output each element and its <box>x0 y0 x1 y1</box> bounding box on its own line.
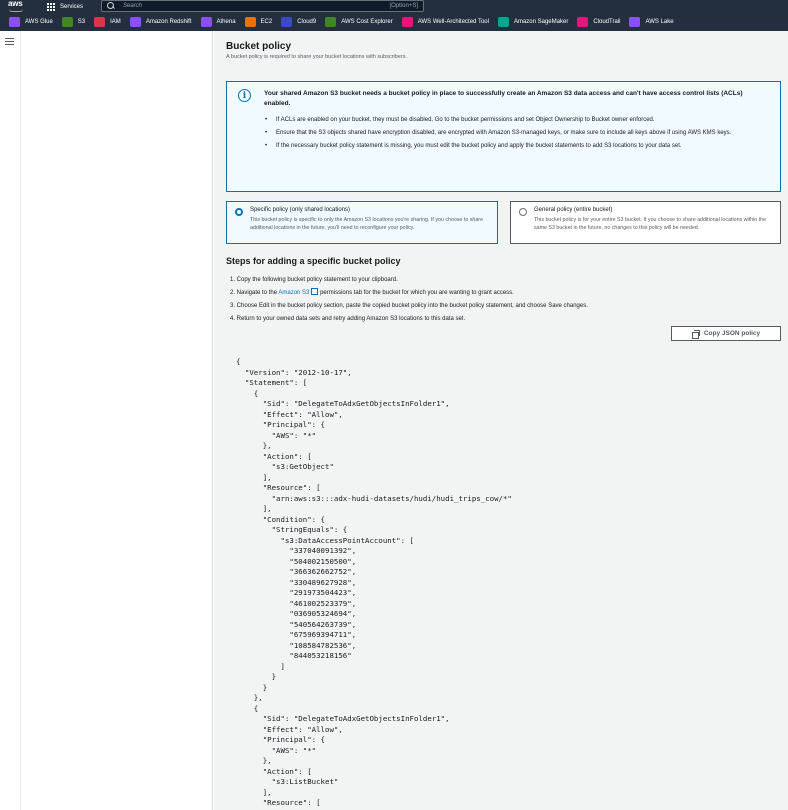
s3-icon <box>61 17 73 27</box>
top-navigation-bar: aws Services Search [Option+S] <box>0 0 788 13</box>
favorite-item[interactable]: CloudTrail <box>577 17 620 27</box>
favorite-label: Amazon Redshift <box>145 19 192 25</box>
search-shortcut-hint: [Option+S] <box>389 3 418 9</box>
favorite-label: Amazon SageMaker <box>513 19 569 25</box>
steps-heading: Steps for adding a specific bucket polic… <box>226 256 401 266</box>
sagemaker-icon <box>497 17 509 27</box>
favorite-item[interactable]: EC2 <box>244 17 273 27</box>
list-item: If ACLs are enabled on your bucket, they… <box>265 115 766 125</box>
favorite-item[interactable]: Amazon Redshift <box>129 17 192 27</box>
services-grid-icon <box>47 2 55 11</box>
favorite-item[interactable]: Cloud9 <box>281 17 316 27</box>
left-rail <box>0 31 21 810</box>
step-2: 2. Navigate to the Amazon S3 permissions… <box>230 288 588 301</box>
side-panel <box>21 31 213 810</box>
cloudtrail-icon <box>577 17 589 27</box>
radio-selected[interactable] <box>235 208 243 216</box>
specific-policy-option[interactable]: Specific policy (only shared locations) … <box>226 201 498 244</box>
favorite-item[interactable]: AWS Well-Architected Tool <box>401 17 489 27</box>
redshift-icon <box>129 17 141 27</box>
favorite-label: CloudTrail <box>593 19 621 25</box>
specific-policy-title: Specific policy (only shared locations) <box>250 207 351 213</box>
favorite-label: AWS Well-Architected Tool <box>417 19 489 25</box>
ec2-icon <box>244 17 256 27</box>
info-heading: Your shared Amazon S3 bucket needs a buc… <box>264 90 743 107</box>
policy-json-text: { "Version": "2012-10-17", "Statement": … <box>236 357 512 807</box>
list-item: If the necessary bucket policy statement… <box>265 141 766 151</box>
favorite-item[interactable]: AWS Cost Explorer <box>325 17 393 27</box>
services-label: Services <box>60 3 84 10</box>
specific-policy-description: This bucket policy is specific to only t… <box>250 217 484 231</box>
lake-formation-icon <box>629 17 641 27</box>
favorite-item[interactable]: Athena <box>200 17 236 27</box>
favorite-item[interactable]: AWS Glue <box>9 17 53 27</box>
step-1: 1. Copy the following bucket policy stat… <box>230 277 398 283</box>
aws-logo[interactable]: aws <box>7 0 35 13</box>
amazon-s3-link-label[interactable]: Amazon S3 <box>278 290 309 296</box>
general-policy-description: This bucket policy is for your entire S3… <box>534 217 767 231</box>
page-description: A bucket policy is required to share you… <box>226 54 407 60</box>
iam-icon <box>94 17 106 27</box>
favorite-label: AWS Lake <box>645 19 674 25</box>
search-icon <box>107 2 115 10</box>
list-item: Ensure that the S3 objects shared have e… <box>265 128 766 138</box>
copy-json-policy-button[interactable]: Copy JSON policy <box>671 326 781 341</box>
search-placeholder: Search <box>123 3 143 9</box>
general-policy-title: General policy (entire bucket) <box>534 207 613 213</box>
general-policy-option[interactable]: General policy (entire bucket) This buck… <box>510 201 781 244</box>
main-content: Bucket policy A bucket policy is require… <box>214 31 788 810</box>
cloud9-icon <box>281 17 293 27</box>
step-3: 3. Choose Edit in the bucket policy sect… <box>230 303 588 309</box>
step-2-suffix: permissions tab for the bucket for which… <box>318 290 514 296</box>
well-architected-icon <box>401 17 413 27</box>
glue-icon <box>9 17 20 27</box>
info-icon: i <box>238 89 251 102</box>
favorite-label: Athena <box>216 19 236 25</box>
favorite-item[interactable]: Amazon SageMaker <box>497 17 569 27</box>
favorite-label: IAM <box>110 19 121 25</box>
cost-explorer-icon <box>325 17 337 27</box>
favorite-label: AWS Glue <box>25 19 53 25</box>
step-4: 4. Return to your owned data sets and re… <box>230 316 466 322</box>
step-2-prefix: 2. Navigate to the <box>230 290 279 296</box>
favorite-item[interactable]: S3 <box>61 17 86 27</box>
favorite-item[interactable]: IAM <box>94 17 121 27</box>
favorites-bar: AWS Glue S3 IAM Amazon Redshift Athena EC2 Clo… <box>0 13 788 31</box>
policy-code-block: { "Version": "2012-10-17", "Statement": … <box>226 349 781 810</box>
favorite-label: EC2 <box>260 19 273 25</box>
favorite-item[interactable]: AWS Lake <box>629 17 674 27</box>
copy-button-label: Copy JSON policy <box>703 330 761 337</box>
amazon-s3-link[interactable]: Amazon S3 <box>278 288 319 296</box>
info-list: If ACLs are enabled on your bucket, they… <box>265 115 766 154</box>
menu-icon[interactable] <box>5 38 14 47</box>
info-alert: i Your shared Amazon S3 bucket needs a b… <box>226 81 781 192</box>
copy-icon <box>691 330 700 339</box>
favorite-label: S3 <box>77 19 86 25</box>
search-input[interactable]: Search [Option+S] <box>101 0 424 12</box>
radio-unselected[interactable] <box>519 208 527 216</box>
steps-list: 1. Copy the following bucket policy stat… <box>230 275 588 327</box>
favorite-label: Cloud9 <box>297 19 317 25</box>
services-menu-button[interactable]: Services <box>47 2 84 11</box>
external-link-icon[interactable] <box>311 288 319 295</box>
page-title: Bucket policy <box>226 41 292 52</box>
favorite-label: AWS Cost Explorer <box>341 19 393 25</box>
athena-icon <box>200 17 212 27</box>
